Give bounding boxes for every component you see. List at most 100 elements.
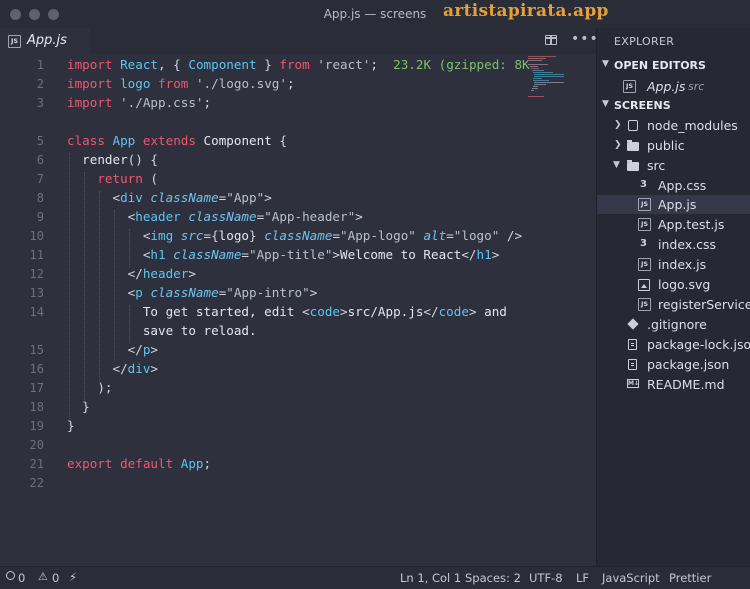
code-line-6: render() {	[82, 152, 159, 167]
tree-item-readme-md[interactable]: M↓ README.md	[597, 375, 750, 394]
import-cost-hint: 23.2K (gzipped: 8K	[393, 57, 530, 72]
js-file-icon: JS	[638, 258, 651, 271]
tree-item-register-service[interactable]: JS registerService...	[597, 295, 750, 314]
tree-item-label: App.test.js	[658, 217, 725, 232]
js-file-icon: JS	[638, 198, 651, 211]
open-editors-label: OPEN EDITORS	[614, 59, 706, 72]
line-number: 9	[36, 210, 44, 224]
line-number: 16	[29, 362, 44, 376]
tree-item-package-json[interactable]: package.json	[597, 355, 750, 374]
line-number: 10	[29, 229, 44, 243]
line-number: 2	[36, 77, 44, 91]
warning-count[interactable]: 0	[52, 571, 59, 585]
split-editor-icon[interactable]	[545, 35, 557, 45]
tree-item-index-css[interactable]: 3 index.css	[597, 235, 750, 254]
tree-item-label: public	[647, 138, 685, 153]
minimap[interactable]	[528, 56, 564, 100]
code-line-13: <p className="App-intro">	[67, 285, 318, 300]
code-line-11: <h1 className="App-title">Welcome to Rea…	[67, 247, 500, 262]
error-count[interactable]: 0	[18, 571, 25, 585]
line-number: 12	[29, 267, 44, 281]
css-file-icon: 3	[640, 179, 647, 190]
json-file-icon	[628, 359, 637, 370]
tree-item-app-css[interactable]: 3 App.css	[597, 176, 750, 195]
project-label: SCREENS	[614, 99, 671, 112]
tree-item-label: .gitignore	[647, 317, 707, 332]
tree-item-label: README.md	[647, 377, 725, 392]
project-section[interactable]: ▼ SCREENS	[597, 97, 750, 115]
line-number: 21	[29, 457, 44, 471]
line-number: 17	[29, 381, 44, 395]
code-line-15: </p>	[67, 342, 159, 357]
encoding-setting[interactable]: UTF-8	[529, 571, 563, 585]
tree-item-node-modules[interactable]: ❯ node_modules	[597, 116, 750, 135]
formatter-status[interactable]: Prettier	[669, 571, 711, 585]
git-icon	[627, 318, 639, 330]
language-mode[interactable]: JavaScript	[602, 571, 660, 585]
folder-icon	[627, 140, 639, 151]
chevron-down-icon: ▼	[602, 99, 609, 109]
warning-icon[interactable]: ⚠	[38, 570, 48, 583]
tree-item-logo-svg[interactable]: logo.svg	[597, 275, 750, 294]
tree-item-app-js[interactable]: JS App.js	[597, 195, 750, 214]
chevron-right-icon: ❯	[614, 120, 622, 130]
tree-item-src[interactable]: ▼ src	[597, 156, 750, 175]
status-bar: 0 ⚠ 0 ⚡ Ln 1, Col 1 Spaces: 2 UTF-8 LF J…	[0, 566, 750, 589]
window-title: App.js — screens	[323, 7, 427, 21]
tree-item-app-test-js[interactable]: JS App.test.js	[597, 215, 750, 234]
code-line-9: <header className="App-header">	[67, 209, 363, 224]
error-icon[interactable]	[6, 571, 15, 580]
tab-bar: JS App.js •••	[0, 28, 599, 55]
code-line-2: import logo from './logo.svg';	[67, 76, 295, 91]
folder-open-icon	[627, 160, 639, 171]
js-file-icon: JS	[8, 35, 21, 48]
explorer-sidebar: EXPLORER ▼ OPEN EDITORS JS App.js src ▼ …	[596, 28, 750, 566]
line-number: 14	[29, 305, 44, 319]
js-file-icon: JS	[638, 298, 651, 311]
code-line-10: <img src={logo} className="App-logo" alt…	[67, 228, 523, 243]
code-line-19: }	[67, 418, 75, 433]
chevron-down-icon: ▼	[602, 59, 609, 69]
tree-item-index-js[interactable]: JS index.js	[597, 255, 750, 274]
js-file-icon: JS	[638, 218, 651, 231]
code-editor[interactable]: 1 2 3 5 6 7 8 9 10 11 12 13 14 15 16 17 …	[0, 54, 596, 566]
lightning-icon[interactable]: ⚡	[69, 570, 77, 584]
watermark: artistapirata.app	[443, 1, 609, 21]
chevron-down-icon: ▼	[613, 160, 620, 170]
code-line-17: );	[67, 380, 113, 395]
code-line-21: export default App;	[67, 456, 212, 471]
tree-item-package-lock-json[interactable]: package-lock.json	[597, 335, 750, 354]
tree-item-gitignore[interactable]: .gitignore	[597, 315, 750, 334]
css-file-icon: 3	[640, 238, 647, 249]
line-number: 7	[36, 172, 44, 186]
code-line-16: </div>	[67, 361, 159, 376]
line-number: 3	[36, 96, 44, 110]
open-editor-name: App.js	[647, 79, 686, 94]
line-number: 20	[29, 438, 44, 452]
line-number: 13	[29, 286, 44, 300]
open-editors-section[interactable]: ▼ OPEN EDITORS	[597, 57, 750, 75]
open-editor-item-app-js[interactable]: JS App.js src	[597, 77, 750, 96]
explorer-header: EXPLORER	[614, 35, 675, 48]
line-number: 1	[36, 58, 44, 72]
indentation-setting[interactable]: Spaces: 2	[465, 571, 521, 585]
tab-app-js[interactable]: JS App.js	[0, 28, 90, 55]
tree-item-label: index.css	[658, 237, 717, 252]
tree-item-label: package.json	[647, 357, 730, 372]
line-number: 5	[36, 134, 44, 148]
line-number: 8	[36, 191, 44, 205]
svg-file-icon	[638, 279, 650, 291]
eol-setting[interactable]: LF	[576, 571, 589, 585]
tree-item-public[interactable]: ❯ public	[597, 136, 750, 155]
line-number: 6	[36, 153, 44, 167]
js-file-icon: JS	[623, 80, 636, 93]
more-actions-icon[interactable]: •••	[571, 31, 599, 47]
line-number: 15	[29, 343, 44, 357]
code-line-8: <div className="App">	[67, 190, 272, 205]
tree-item-label: src	[647, 158, 666, 173]
line-number: 11	[29, 248, 44, 262]
tree-item-label: logo.svg	[658, 277, 711, 292]
cursor-position[interactable]: Ln 1, Col 1	[400, 571, 461, 585]
code-line-14-wrap: save to reload.	[142, 323, 257, 338]
code-line-3: import './App.css';	[67, 95, 212, 110]
